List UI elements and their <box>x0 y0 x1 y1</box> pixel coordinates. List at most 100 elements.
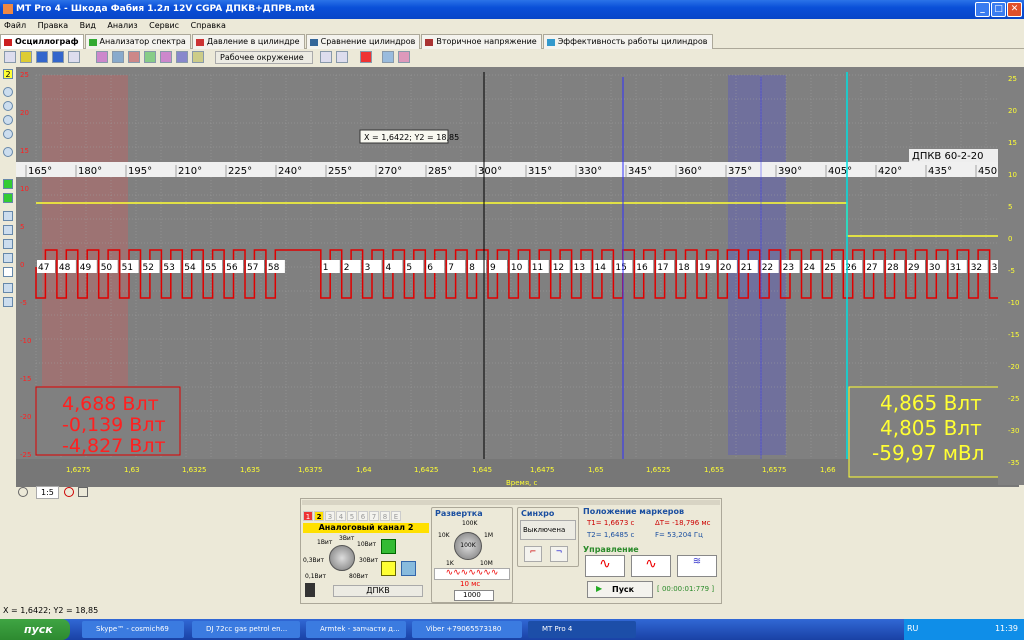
config-icon[interactable] <box>401 561 416 576</box>
task-armtek[interactable]: Armtek - запчасти д... <box>306 621 406 638</box>
close-button[interactable]: ✕ <box>1007 2 1022 17</box>
zoom-fit-icon[interactable] <box>3 129 13 139</box>
tooth-number: 19 <box>699 263 711 273</box>
falling-edge-icon[interactable]: ¬ <box>550 546 568 562</box>
new-file-icon[interactable] <box>4 51 16 63</box>
channel-tab-e[interactable]: E <box>391 511 401 521</box>
trace2-icon[interactable] <box>112 51 124 63</box>
spectrum-icon <box>88 39 97 46</box>
channel-tab-8[interactable]: 8 <box>380 511 390 521</box>
print-icon[interactable] <box>68 51 80 63</box>
menu-file[interactable]: Файл <box>4 21 26 30</box>
open-folder-icon[interactable] <box>20 51 32 63</box>
tab-label: Осциллограф <box>15 37 79 46</box>
trace6-icon[interactable] <box>176 51 188 63</box>
rising-edge-icon[interactable]: ⌐ <box>524 546 542 562</box>
taskbar: пуск Skype™ - cosmich69 DJ 72cc gas petr… <box>0 619 1024 640</box>
maximize-button[interactable]: □ <box>991 2 1006 17</box>
zoom-minus-icon[interactable] <box>18 487 28 497</box>
pulse-icon[interactable] <box>3 297 13 307</box>
range-knob[interactable] <box>329 545 355 571</box>
cursor-icon[interactable] <box>3 225 13 235</box>
menu-edit[interactable]: Правка <box>38 21 68 30</box>
range-label: 3Вит <box>339 535 355 542</box>
sweep-knob[interactable]: 100K <box>454 532 482 560</box>
tooth-number: 12 <box>553 263 564 273</box>
trace5-icon[interactable] <box>160 51 172 63</box>
save-icon[interactable] <box>36 51 48 63</box>
text-icon[interactable] <box>3 239 13 249</box>
settings-icon[interactable] <box>78 487 88 497</box>
label-icon[interactable] <box>3 267 13 277</box>
trace7-icon[interactable] <box>192 51 204 63</box>
task-mtpro[interactable]: MT Pro 4 <box>528 621 636 638</box>
tooth-number: 48 <box>59 263 71 273</box>
tab-spectrum[interactable]: Анализатор спектра <box>84 34 191 49</box>
channel-tab-7[interactable]: 7 <box>369 511 379 521</box>
channel-section: 1 2 3 4 5 6 7 8 E Аналоговый канал 2 1Ви… <box>303 511 429 603</box>
time-tick-label: 1,645 <box>472 466 492 474</box>
left-axis-tick: -15 <box>20 375 31 383</box>
car-icon[interactable] <box>360 51 372 63</box>
minimize-button[interactable]: _ <box>975 2 990 17</box>
menu-view[interactable]: Вид <box>80 21 96 30</box>
left-axis-tick: 25 <box>20 71 29 79</box>
redo-icon[interactable] <box>336 51 348 63</box>
multi-mode-icon[interactable]: ≋ <box>677 555 717 577</box>
zoom-value[interactable]: 1:5 <box>36 486 59 499</box>
menu-service[interactable]: Сервис <box>149 21 179 30</box>
samples-input[interactable]: 1000 <box>454 590 494 601</box>
arrow-up-icon[interactable] <box>3 179 13 189</box>
zoom-vertical-icon[interactable] <box>3 147 13 157</box>
sync-select[interactable]: Выключена <box>520 520 576 540</box>
record-icon[interactable] <box>64 487 74 497</box>
sensor-select[interactable]: ДПКВ <box>333 585 423 597</box>
undo-icon[interactable] <box>320 51 332 63</box>
channel-tab-2[interactable]: 2 <box>314 511 324 521</box>
zoom-in-icon[interactable] <box>3 87 13 97</box>
ch1-min-value: -0,139 Влт <box>62 414 166 436</box>
trace-icon[interactable] <box>96 51 108 63</box>
channel-tab-6[interactable]: 6 <box>358 511 368 521</box>
channel-badge[interactable]: 2 <box>3 69 13 79</box>
tab-efficiency[interactable]: Эффективность работы цилиндров <box>542 34 713 49</box>
angle-tick-label: 210° <box>178 166 202 177</box>
start-button-os[interactable]: пуск <box>0 619 70 640</box>
channel-tab-3[interactable]: 3 <box>325 511 335 521</box>
menu-analysis[interactable]: Анализ <box>107 21 137 30</box>
power-icon[interactable] <box>381 539 396 554</box>
tab-oscilloscope[interactable]: Осциллограф <box>0 34 84 49</box>
marker-icon[interactable] <box>3 253 13 263</box>
tooth-number: 18 <box>678 263 690 273</box>
task-skype[interactable]: Skype™ - cosmich69 <box>82 621 184 638</box>
layout-icon[interactable] <box>398 51 410 63</box>
arrow-down-icon[interactable] <box>3 193 13 203</box>
zoom-reset-icon[interactable] <box>3 115 13 125</box>
tooth-number: 55 <box>205 263 216 273</box>
wave-icon[interactable] <box>3 283 13 293</box>
channel-tab-1[interactable]: 1 <box>303 511 313 521</box>
sine-mode-icon[interactable]: ∿ <box>585 555 625 577</box>
play-icon[interactable] <box>381 561 396 576</box>
language-indicator[interactable]: RU <box>907 624 918 633</box>
tab-secondary-voltage[interactable]: Вторичное напряжение <box>421 34 542 49</box>
trace3-icon[interactable] <box>128 51 140 63</box>
task-dj[interactable]: DJ 72cc gas petrol en... <box>192 621 300 638</box>
menu-help[interactable]: Справка <box>191 21 226 30</box>
tooth-number: 3 <box>365 263 371 273</box>
tab-cylinder-compare[interactable]: Сравнение цилиндров <box>305 34 421 49</box>
environment-select[interactable]: Рабочее окружение <box>215 51 313 64</box>
oscilloscope-plot[interactable]: 165° 180° 195° 210° 225° 240° 255° 270° 285° 300°… <box>16 67 1019 487</box>
zoom-out-icon[interactable] <box>3 101 13 111</box>
measure-icon[interactable] <box>3 211 13 221</box>
dual-mode-icon[interactable]: ∿ <box>631 555 671 577</box>
task-viber[interactable]: Viber +79065573180 <box>412 621 522 638</box>
grid-icon[interactable] <box>382 51 394 63</box>
save-as-icon[interactable] <box>52 51 64 63</box>
trace4-icon[interactable] <box>144 51 156 63</box>
tab-cylinder-pressure[interactable]: Давление в цилиндре <box>191 34 305 49</box>
start-button[interactable]: ▶ Пуск <box>587 581 653 598</box>
channel-tab-4[interactable]: 4 <box>336 511 346 521</box>
channel-tab-5[interactable]: 5 <box>347 511 357 521</box>
right-axis-tick: -30 <box>1008 427 1019 435</box>
